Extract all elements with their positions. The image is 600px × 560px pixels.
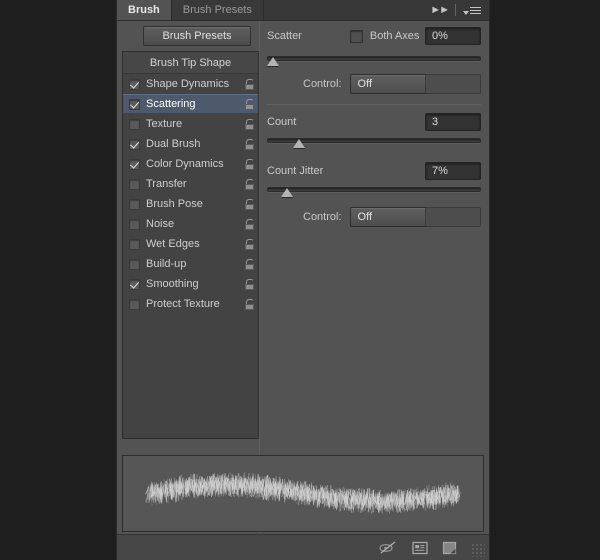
count-jitter-slider-track[interactable] [267,187,481,192]
scatter-control-row: Control: Off [267,73,481,95]
sidebar-item-label: Smoothing [146,278,199,290]
unlocked-icon[interactable] [245,218,254,230]
sidebar-item-label: Texture [146,118,183,130]
checkbox-smoothing[interactable] [129,278,140,290]
tab-brush-presets[interactable]: Brush Presets [171,0,264,20]
scatter-slider-track[interactable] [267,56,481,61]
unlocked-icon[interactable] [245,238,254,250]
sidebar-item-dual-brush[interactable]: Dual Brush [123,134,258,154]
sidebar-item-label: Dual Brush [146,138,201,150]
checkbox-protect-texture[interactable] [129,298,140,310]
count-jitter-slider[interactable] [267,184,481,198]
scatter-slider[interactable] [267,53,481,67]
unlocked-icon[interactable] [245,78,254,90]
sidebar-item-texture[interactable]: Texture [123,114,258,134]
count-jitter-slider-knob[interactable] [281,188,294,197]
double-chevron-right-icon[interactable]: ►► [430,4,450,16]
sidebar-item-label: Color Dynamics [146,158,224,170]
unlocked-icon[interactable] [245,278,254,290]
count-jitter-row: Count Jitter 7% [267,160,481,182]
checkbox-brush-pose[interactable] [129,198,140,210]
unlocked-icon[interactable] [245,98,254,110]
sidebar-item-protect-texture[interactable]: Protect Texture [123,294,258,314]
unlocked-icon[interactable] [245,178,254,190]
panel-tab-bar: Brush Brush Presets ►► [117,0,489,21]
sidebar-item-smoothing[interactable]: Smoothing [123,274,258,294]
sidebar-item-label: Scattering [146,98,196,110]
sidebar-item-label: Protect Texture [146,298,220,310]
checkbox-scattering[interactable] [129,98,140,110]
panel-footer [117,534,489,560]
count-label: Count [267,116,297,128]
sidebar-item-build-up[interactable]: Build-up [123,254,258,274]
sidebar-item-shape-dynamics[interactable]: Shape Dynamics [123,74,258,94]
checkbox-transfer[interactable] [129,178,140,190]
unlocked-icon[interactable] [245,258,254,270]
count-jitter-label: Count Jitter [267,165,324,177]
toggle-brush-tip-icon[interactable] [378,540,398,555]
count-control-label: Control: [303,211,342,223]
count-jitter-value-field[interactable]: 7% [425,162,481,180]
resize-grip-icon[interactable] [471,543,485,557]
scatter-value-field[interactable]: 0% [425,27,481,45]
panel-header-row: Brush Presets Scatter Both Axes 0% [117,21,489,51]
sidebar-item-color-dynamics[interactable]: Color Dynamics [123,154,258,174]
create-new-brush-icon[interactable] [442,541,457,555]
scatter-slider-knob[interactable] [267,57,279,66]
sidebar-item-label: Shape Dynamics [146,78,230,90]
checkbox-shape-dynamics[interactable] [129,78,140,90]
brush-stroke-graphic [145,472,462,515]
panel-menu-icon[interactable] [463,6,481,15]
unlocked-icon[interactable] [245,198,254,210]
sidebar-item-label: Wet Edges [146,238,200,250]
count-control-row: Control: Off [267,206,481,228]
unlocked-icon[interactable] [245,158,254,170]
brush-panel: Brush Brush Presets ►► Brush Presets Sca… [116,0,490,560]
brush-tip-shape-header[interactable]: Brush Tip Shape [123,52,258,74]
scatter-control-value: Off [357,78,373,90]
brush-presets-button[interactable]: Brush Presets [143,26,251,46]
sidebar-item-label: Build-up [146,258,187,270]
checkbox-texture[interactable] [129,118,140,130]
count-control-side-field [425,207,481,227]
sidebar-item-noise[interactable]: Noise [123,214,258,234]
sidebar-item-label: Noise [146,218,175,230]
sidebar-item-brush-pose[interactable]: Brush Pose [123,194,258,214]
tab-bar-spacer [263,0,427,20]
count-control-value: Off [357,211,373,223]
count-slider[interactable] [267,135,481,149]
tab-brush-presets-label: Brush Presets [182,4,252,16]
scatter-control-label: Control: [303,78,342,90]
count-slider-knob[interactable] [293,139,306,148]
checkbox-color-dynamics[interactable] [129,158,140,170]
brush-settings-list: Brush Tip Shape Shape Dynamics Scatterin… [122,51,259,439]
panel-tab-tools: ►► [426,0,489,20]
tool-divider [455,4,456,16]
checkbox-wet-edges[interactable] [129,238,140,250]
tab-brush-label: Brush [128,4,160,16]
both-axes-checkbox[interactable] [349,29,363,43]
sidebar-item-label: Transfer [146,178,187,190]
brush-stroke-preview [122,455,484,532]
count-row: Count 3 [267,111,481,133]
sidebar-item-wet-edges[interactable]: Wet Edges [123,234,258,254]
scatter-label: Scatter [267,30,302,42]
checkbox-dual-brush[interactable] [129,138,140,150]
scatter-control-side-field [425,74,481,94]
both-axes-label: Both Axes [369,30,420,42]
sidebar-item-label: Brush Pose [146,198,203,210]
checkbox-noise[interactable] [129,218,140,230]
unlocked-icon[interactable] [245,298,254,310]
unlocked-icon[interactable] [245,118,254,130]
count-value-field[interactable]: 3 [425,113,481,131]
scatter-row: Scatter Both Axes 0% [267,25,481,47]
tab-brush[interactable]: Brush [117,0,172,20]
open-preset-manager-icon[interactable] [412,541,428,555]
sidebar-item-scattering[interactable]: Scattering [123,94,258,114]
divider [267,104,481,105]
sidebar-item-transfer[interactable]: Transfer [123,174,258,194]
checkbox-build-up[interactable] [129,258,140,270]
unlocked-icon[interactable] [245,138,254,150]
